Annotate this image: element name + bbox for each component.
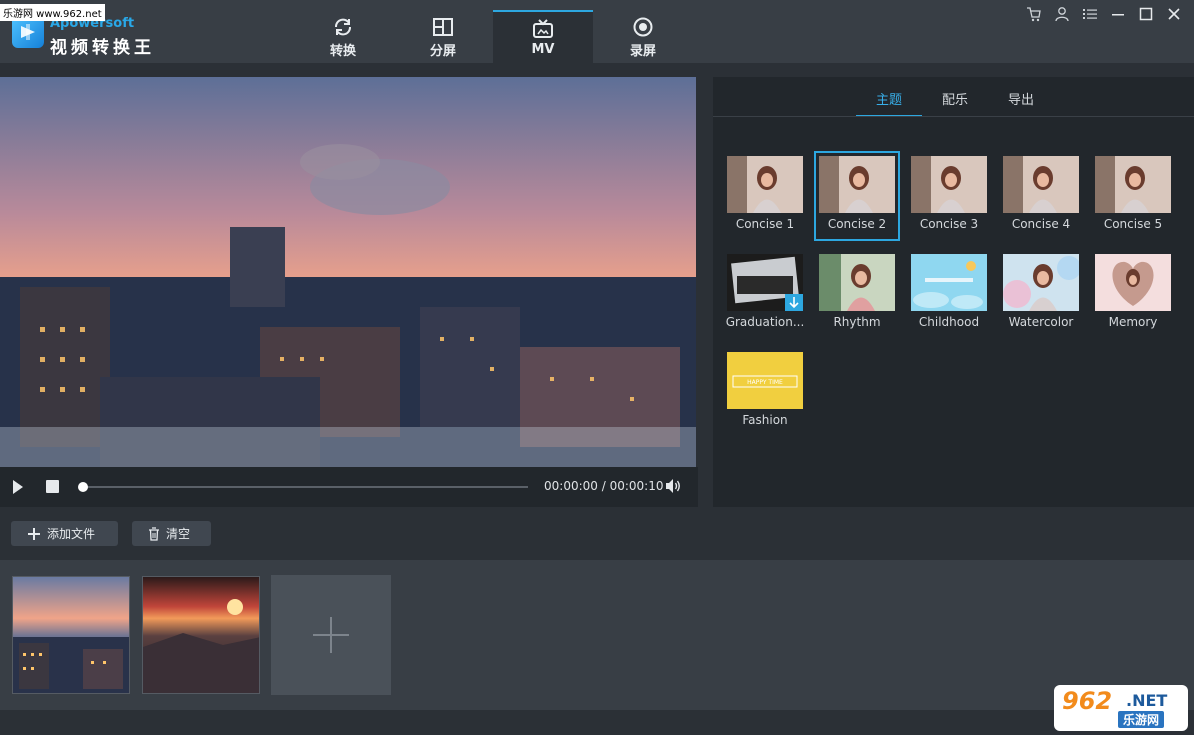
theme-thumbnail [1003, 156, 1079, 213]
theme-label: Rhythm [833, 315, 881, 329]
refresh-icon [335, 18, 351, 36]
theme-concise-4[interactable]: Concise 4 [999, 152, 1083, 240]
player-controls: 00:00:00 / 00:00:10 [0, 467, 698, 507]
add-file-label: 添加文件 [47, 527, 96, 541]
watermark-number: 962 [1062, 687, 1113, 715]
tab-music[interactable]: 配乐 [922, 89, 988, 117]
theme-concise-2[interactable]: Concise 2 [814, 151, 900, 241]
user-icon[interactable] [1054, 6, 1070, 22]
tv-icon [533, 19, 553, 38]
site-logo-watermark: 962 .NET 乐游网 [1054, 685, 1188, 731]
tab-split-screen[interactable]: 分屏 [393, 10, 493, 63]
tab-theme[interactable]: 主题 [856, 89, 922, 117]
theme-memory[interactable]: Memory [1091, 250, 1175, 338]
tab-convert-label: 转换 [329, 44, 356, 59]
theme-thumbnail [819, 254, 895, 311]
clear-label: 清空 [166, 527, 191, 541]
theme-label: Fashion [742, 413, 788, 427]
play-icon[interactable] [12, 479, 24, 495]
plus-icon [28, 527, 40, 540]
progress-slider[interactable] [82, 486, 528, 488]
theme-thumbnail [1095, 254, 1171, 311]
theme-label: Watercolor [1008, 315, 1074, 329]
site-watermark: 乐游网 www.962.net [0, 4, 105, 21]
clip-thumbnail-1[interactable] [12, 576, 130, 694]
theme-concise-3[interactable]: Concise 3 [907, 152, 991, 240]
clear-button[interactable]: 清空 [132, 521, 211, 546]
theme-fashion[interactable]: HAPPY TIME Fashion [723, 348, 807, 436]
tab-mv[interactable]: MV [493, 10, 593, 63]
theme-thumbnail [1095, 156, 1171, 213]
add-file-button[interactable]: 添加文件 [11, 521, 118, 546]
theme-thumbnail [727, 254, 803, 311]
volume-icon[interactable] [664, 477, 682, 495]
watermark-net: .NET [1126, 691, 1168, 710]
tab-split-label: 分屏 [429, 44, 456, 59]
split-screen-icon [433, 18, 453, 36]
theme-concise-5[interactable]: Concise 5 [1091, 152, 1175, 240]
fashion-banner-text: HAPPY TIME [747, 379, 783, 386]
theme-label: Concise 1 [735, 217, 795, 231]
theme-label: Concise 2 [827, 217, 887, 231]
theme-thumbnail [1003, 254, 1079, 311]
status-bar [0, 710, 1194, 735]
record-icon [633, 17, 653, 37]
tab-divider [713, 116, 1194, 117]
clip-image-city [13, 577, 129, 693]
theme-childhood[interactable]: Childhood [907, 250, 991, 338]
app-title: 视频转换王 [50, 38, 155, 58]
theme-label: Childhood [918, 315, 980, 329]
tab-export[interactable]: 导出 [988, 89, 1054, 117]
theme-thumbnail [819, 156, 895, 213]
tab-mv-label: MV [531, 42, 555, 57]
minimize-icon[interactable] [1110, 6, 1126, 22]
trash-icon [149, 526, 159, 541]
theme-thumbnail [727, 156, 803, 213]
tab-record[interactable]: 录屏 [593, 10, 693, 63]
theme-label: Memory [1108, 315, 1158, 329]
theme-thumbnail [911, 156, 987, 213]
theme-label: Concise 3 [919, 217, 979, 231]
theme-label: Concise 4 [1011, 217, 1071, 231]
tab-convert[interactable]: 转换 [293, 10, 393, 63]
progress-handle[interactable] [78, 482, 88, 492]
title-bar: Apowersoft 视频转换王 转换 分屏 MV 录屏 [0, 0, 1194, 63]
tab-record-label: 录屏 [629, 44, 656, 59]
theme-thumbnail: HAPPY TIME [727, 352, 803, 409]
theme-thumbnail [911, 254, 987, 311]
clip-strip [0, 560, 1194, 710]
clip-thumbnail-2[interactable] [142, 576, 260, 694]
add-icon [313, 617, 349, 653]
watermark-cn: 乐游网 [1118, 711, 1165, 728]
video-preview[interactable] [0, 77, 696, 467]
theme-panel: 主题 配乐 导出 Concise 1 Concise 2 Concise 3 C… [713, 77, 1194, 507]
menu-icon[interactable] [1082, 6, 1098, 22]
cart-icon[interactable] [1026, 6, 1042, 22]
time-display: 00:00:00 / 00:00:10 [544, 479, 664, 493]
theme-label: Concise 5 [1103, 217, 1163, 231]
stop-button[interactable] [46, 480, 59, 493]
theme-concise-1[interactable]: Concise 1 [723, 152, 807, 240]
close-icon[interactable] [1166, 6, 1182, 22]
window-controls [1026, 6, 1182, 22]
theme-graduation[interactable]: Graduation... [723, 250, 807, 338]
theme-label: Graduation... [725, 315, 805, 329]
maximize-icon[interactable] [1138, 6, 1154, 22]
theme-watercolor[interactable]: Watercolor [999, 250, 1083, 338]
city-sunset-image [0, 77, 696, 467]
file-toolbar: 添加文件 清空 [0, 507, 1194, 560]
clip-image-sunset [143, 577, 259, 693]
theme-rhythm[interactable]: Rhythm [815, 250, 899, 338]
add-clip-button[interactable] [271, 575, 391, 695]
